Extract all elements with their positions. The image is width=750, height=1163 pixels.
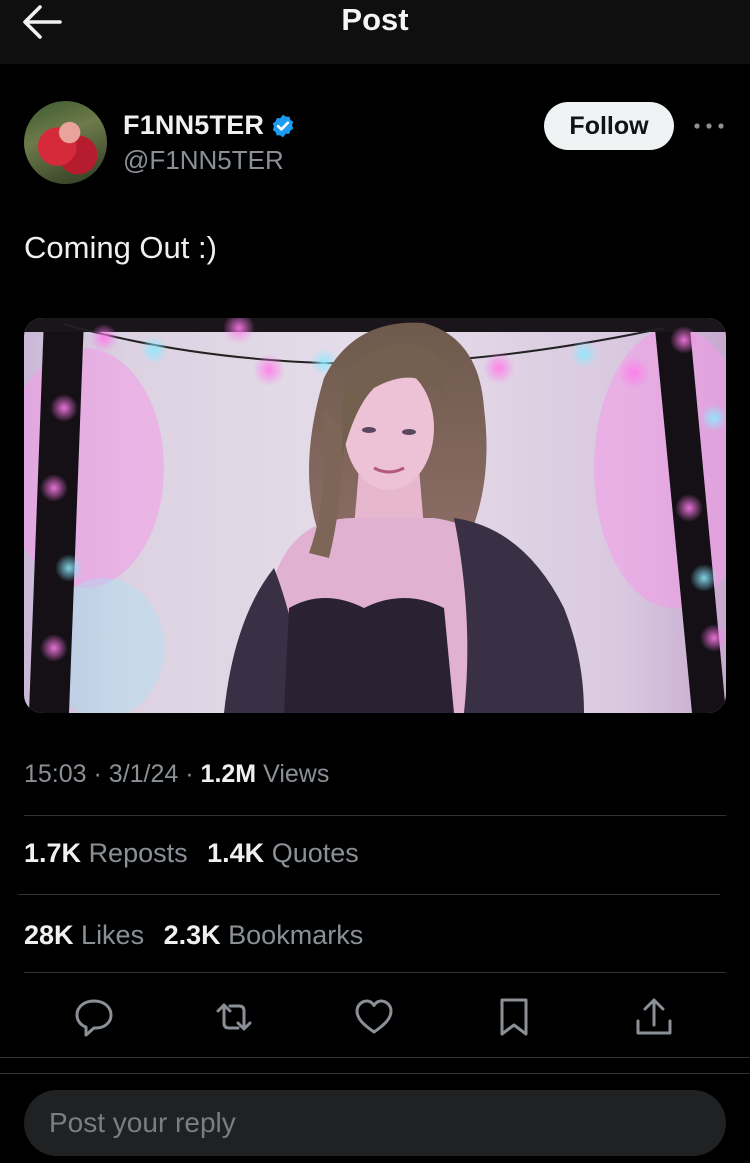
reposts-label: Reposts (88, 838, 188, 868)
meta-separator: · (185, 760, 194, 788)
quotes-stat[interactable]: 1.4K Quotes (207, 838, 359, 868)
post-text: Coming Out :) (24, 230, 217, 265)
repost-icon[interactable] (212, 995, 256, 1039)
divider (24, 972, 726, 973)
likes-label: Likes (81, 920, 145, 950)
stats-row-reposts: 1.7K Reposts 1.4K Quotes (24, 838, 371, 869)
reply-input[interactable] (24, 1090, 726, 1156)
meta-separator: · (93, 760, 102, 788)
avatar[interactable] (24, 101, 107, 184)
quotes-label: Quotes (271, 838, 359, 868)
likes-count: 28K (24, 920, 74, 950)
author-name-row[interactable]: F1NN5TER (123, 110, 296, 141)
reposts-count: 1.7K (24, 838, 82, 868)
bookmark-icon[interactable] (492, 995, 536, 1039)
share-icon[interactable] (632, 995, 676, 1039)
stats-row-likes: 28K Likes 2.3K Bookmarks (24, 920, 375, 951)
ellipsis-icon[interactable] (692, 113, 726, 139)
views-count: 1.2M (200, 760, 257, 788)
author-display-name[interactable]: F1NN5TER (123, 110, 264, 141)
like-icon[interactable] (352, 995, 396, 1039)
bookmarks-stat[interactable]: 2.3K Bookmarks (164, 920, 364, 950)
bookmarks-label: Bookmarks (228, 920, 364, 950)
views-label: Views (263, 760, 330, 788)
follow-button[interactable]: Follow (544, 102, 674, 150)
divider (24, 815, 726, 816)
bookmarks-count: 2.3K (163, 920, 221, 950)
photo-illustration (24, 318, 726, 713)
quotes-count: 1.4K (207, 838, 265, 868)
reposts-stat[interactable]: 1.7K Reposts (24, 838, 195, 868)
divider (0, 1073, 750, 1074)
author-handle[interactable]: @F1NN5TER (123, 145, 284, 176)
post-time[interactable]: 15:03 (24, 760, 87, 788)
top-bar: Post (0, 0, 750, 64)
page-title: Post (341, 2, 409, 37)
divider (0, 1057, 750, 1058)
post-date[interactable]: 3/1/24 (109, 760, 179, 788)
post-media-image[interactable] (24, 318, 726, 713)
verified-badge-icon (272, 114, 294, 137)
likes-stat[interactable]: 28K Likes (24, 920, 152, 950)
reply-icon[interactable] (72, 995, 116, 1039)
divider (18, 894, 720, 895)
post-meta: 15:03 · 3/1/24 · 1.2M Views (24, 760, 329, 789)
